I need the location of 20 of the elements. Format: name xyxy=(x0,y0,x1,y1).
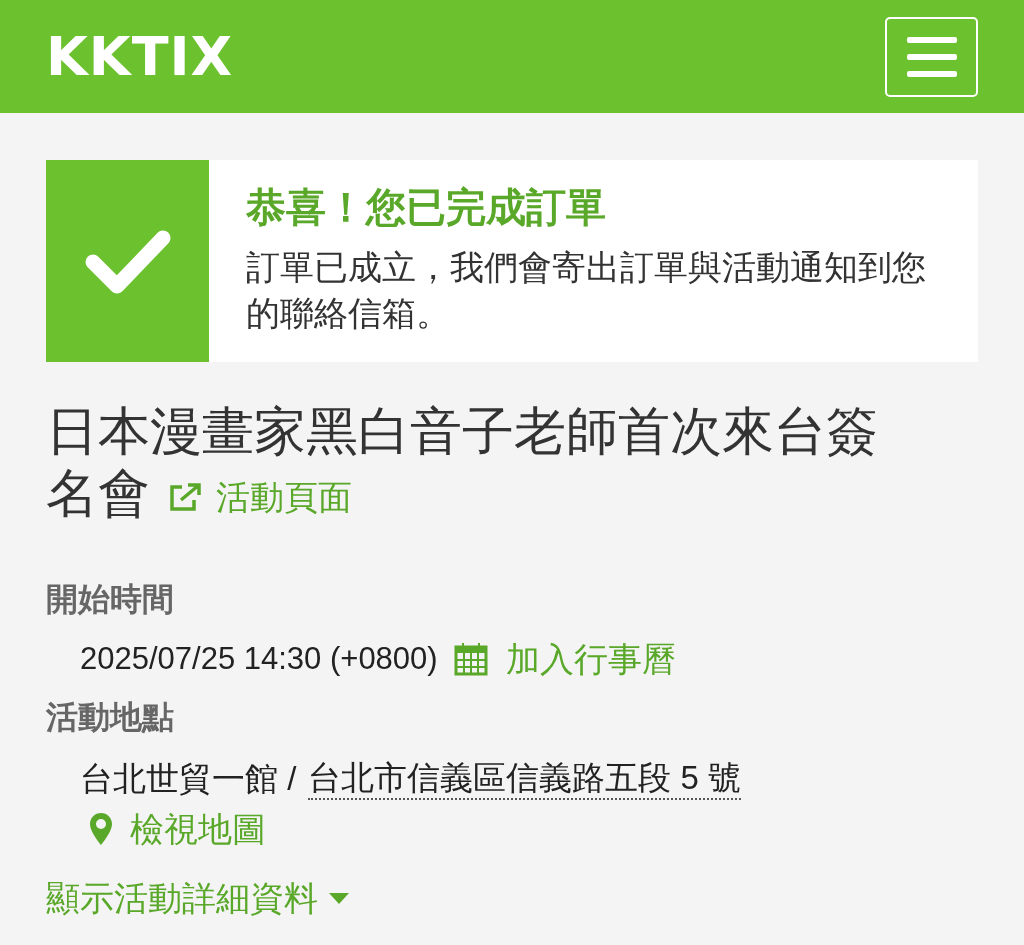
venue-name: 台北世貿一館 / xyxy=(80,759,297,800)
logo[interactable]: KKTIX xyxy=(46,25,234,88)
event-title: 日本漫畫家黑白音子老師首次來台簽 xyxy=(46,401,879,462)
alert-title: 恭喜！您已完成訂單 xyxy=(246,184,607,231)
start-time-value: 2025/07/25 14:30 (+0800) xyxy=(80,640,438,679)
calendar-icon xyxy=(453,642,488,677)
alert-message: 訂單已成立，我們會寄出訂單與活動通知到您的聯絡信箱。 xyxy=(246,247,927,334)
menu-button[interactable] xyxy=(885,16,978,97)
view-map-link[interactable]: 檢視地圖 xyxy=(90,804,266,855)
menu-icon xyxy=(906,36,957,77)
map-pin-icon xyxy=(90,813,112,846)
show-details-toggle[interactable]: 顯示活動詳細資料 xyxy=(46,876,350,923)
address-link[interactable]: 台北市信義區信義路五段 5 號 xyxy=(308,758,742,801)
event-title: 名會 xyxy=(46,464,150,522)
event-page-link[interactable]: 活動頁面 xyxy=(168,466,352,529)
add-calendar-link[interactable]: 加入行事曆 xyxy=(453,634,676,685)
external-link-icon xyxy=(168,482,202,513)
location-label: 活動地點 xyxy=(46,698,175,738)
start-time-label: 開始時間 xyxy=(46,580,175,620)
checkmark-icon xyxy=(84,228,171,294)
